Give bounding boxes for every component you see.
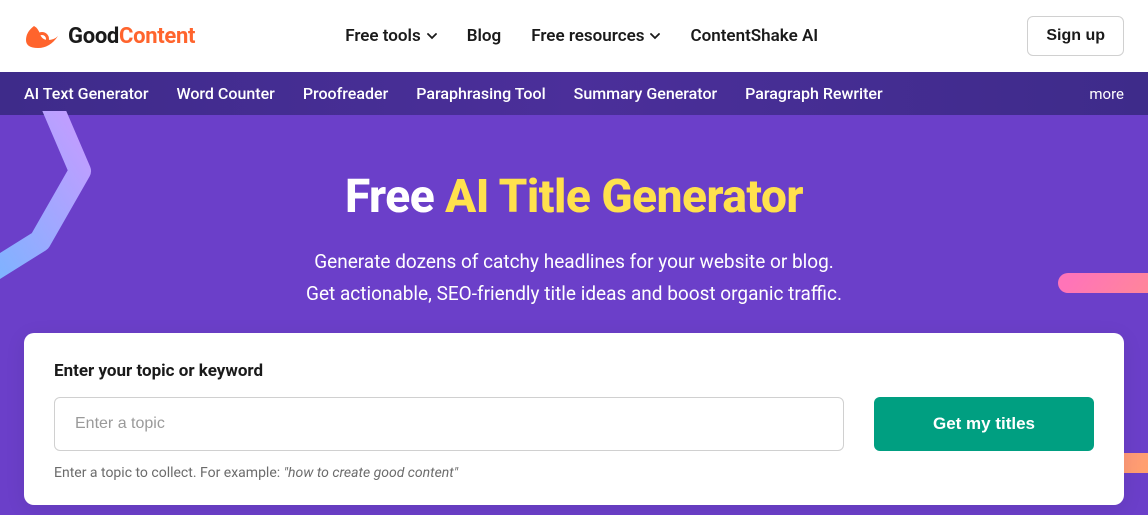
flame-icon bbox=[24, 22, 60, 50]
logo-text-content: Content bbox=[119, 24, 195, 49]
page-title: Free AI Title Generator bbox=[0, 170, 1148, 224]
subnav-paragraph-rewriter[interactable]: Paragraph Rewriter bbox=[745, 84, 882, 103]
logo[interactable]: GoodContent bbox=[24, 22, 195, 50]
title-prefix: Free bbox=[345, 170, 445, 224]
nav-blog[interactable]: Blog bbox=[467, 26, 502, 46]
input-card: Enter your topic or keyword Get my title… bbox=[24, 333, 1124, 505]
nav-label: Blog bbox=[467, 26, 502, 46]
primary-nav: Free tools Blog Free resources ContentSh… bbox=[345, 26, 818, 46]
nav-contentshake[interactable]: ContentShake AI bbox=[690, 26, 818, 46]
topic-input[interactable] bbox=[54, 397, 844, 451]
subnav-paraphrasing-tool[interactable]: Paraphrasing Tool bbox=[416, 84, 545, 103]
nav-label: Free resources bbox=[531, 26, 644, 46]
topic-input-label: Enter your topic or keyword bbox=[54, 361, 1094, 381]
top-header: GoodContent Free tools Blog Free resourc… bbox=[0, 0, 1148, 72]
subnav-ai-text-generator[interactable]: AI Text Generator bbox=[24, 84, 149, 103]
nav-label: ContentShake AI bbox=[690, 26, 818, 46]
nav-label: Free tools bbox=[345, 26, 421, 46]
input-row: Get my titles bbox=[54, 397, 1094, 451]
hero-description: Generate dozens of catchy headlines for … bbox=[0, 246, 1148, 311]
sub-nav: AI Text Generator Word Counter Proofread… bbox=[0, 72, 1148, 115]
subnav-summary-generator[interactable]: Summary Generator bbox=[574, 84, 718, 103]
hero-desc-line2: Get actionable, SEO-friendly title ideas… bbox=[306, 282, 842, 305]
hint-example: "how to create good content" bbox=[284, 465, 458, 481]
subnav-more[interactable]: more bbox=[1089, 85, 1124, 103]
input-hint: Enter a topic to collect. For example: "… bbox=[54, 465, 1094, 481]
hero-desc-line1: Generate dozens of catchy headlines for … bbox=[314, 250, 834, 273]
nav-free-tools[interactable]: Free tools bbox=[345, 26, 437, 46]
hint-prefix: Enter a topic to collect. For example: bbox=[54, 465, 284, 481]
nav-free-resources[interactable]: Free resources bbox=[531, 26, 660, 46]
subnav-word-counter[interactable]: Word Counter bbox=[177, 84, 275, 103]
logo-text-good: Good bbox=[68, 24, 119, 49]
get-titles-button[interactable]: Get my titles bbox=[874, 397, 1094, 451]
subnav-proofreader[interactable]: Proofreader bbox=[303, 84, 388, 103]
chevron-down-icon bbox=[427, 31, 437, 41]
chevron-down-icon bbox=[650, 31, 660, 41]
title-highlight: AI Title Generator bbox=[445, 170, 803, 224]
signup-button[interactable]: Sign up bbox=[1027, 16, 1124, 56]
